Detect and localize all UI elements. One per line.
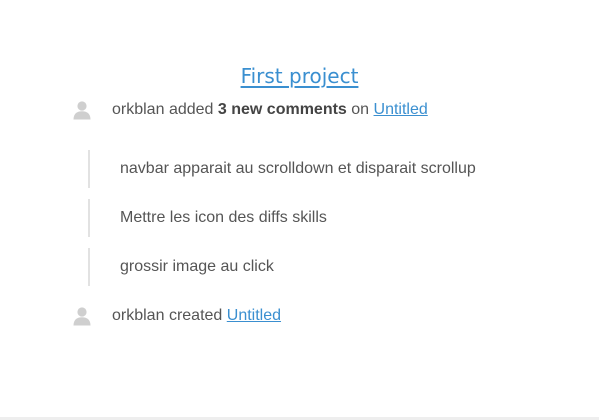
- comment-item: navbar apparait au scrolldown et dispara…: [88, 150, 560, 188]
- comment-item: Mettre les icon des diffs skills: [88, 199, 560, 237]
- project-title-link[interactable]: First project: [241, 64, 359, 88]
- activity-user: orkblan: [112, 307, 165, 324]
- activity-preposition: on: [351, 101, 370, 118]
- activity-user: orkblan: [112, 101, 165, 118]
- activity-item-created: orkblan created Untitled: [72, 305, 281, 327]
- user-avatar-icon: [72, 100, 92, 120]
- activity-target-link[interactable]: Untitled: [227, 307, 281, 325]
- comment-item: grossir image au click: [88, 248, 560, 286]
- activity-highlight: 3 new comments: [217, 101, 347, 118]
- activity-target-link[interactable]: Untitled: [374, 101, 428, 119]
- activity-verb: added: [168, 101, 214, 118]
- activity-item-comments: orkblan added 3 new comments on Untitled: [72, 99, 428, 121]
- project-title: First project: [0, 62, 599, 90]
- activity-verb: created: [168, 307, 223, 324]
- user-avatar-icon: [72, 306, 92, 326]
